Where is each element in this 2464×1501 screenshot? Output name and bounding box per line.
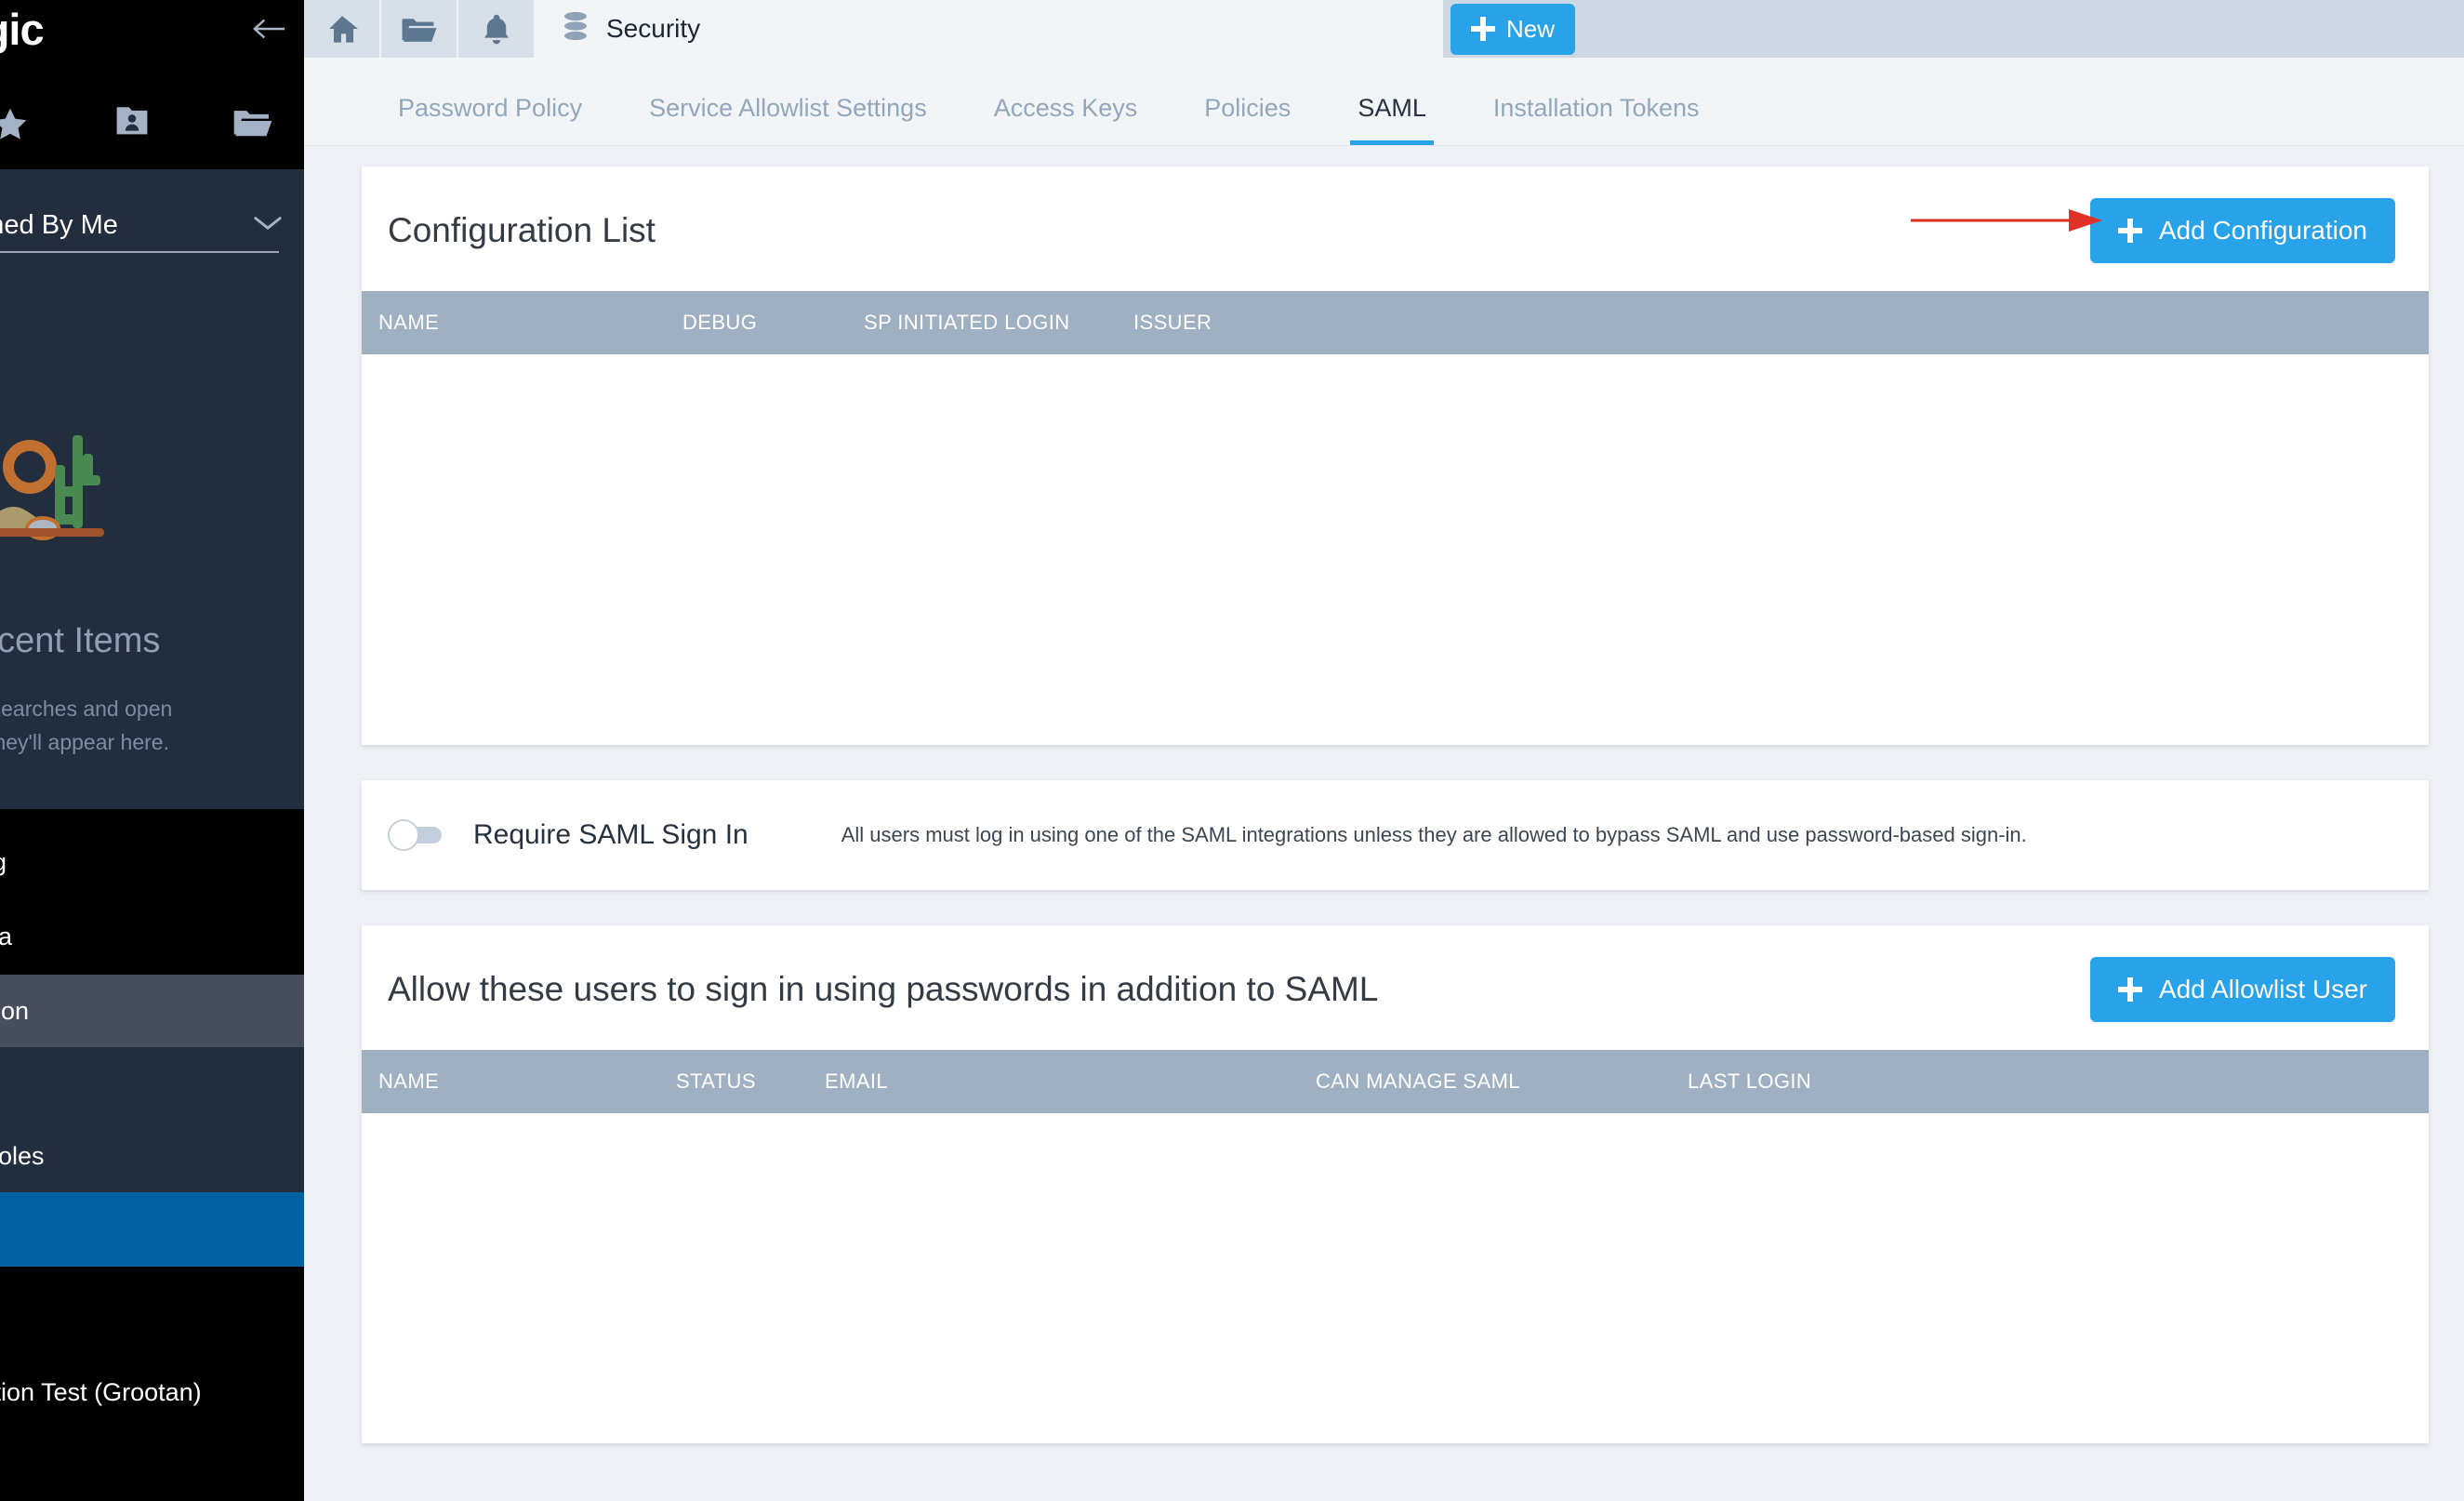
star-icon [0, 108, 27, 139]
main-area: Security New Password Policy Service All… [304, 0, 2464, 1501]
configuration-list-header: Configuration List Add Configuration [362, 166, 2429, 291]
sidebar-filter-underline [0, 251, 279, 253]
add-configuration-button[interactable]: Add Configuration [2089, 198, 2395, 263]
plus-icon [2117, 219, 2142, 243]
require-saml-card: Require SAML Sign In All users must log … [362, 780, 2429, 890]
sidebar-item-active-security[interactable] [0, 1192, 304, 1267]
collapse-sidebar-button[interactable] [252, 11, 287, 46]
sidebar-recent-title: ecent Items [0, 621, 161, 660]
arrow-left-icon [253, 19, 285, 39]
sidebar-open-folder-button[interactable] [232, 106, 273, 138]
sidebar-item-label: alog [0, 848, 7, 877]
sidebar-spacer [0, 1047, 304, 1120]
allowlist-table-body [362, 1113, 2429, 1443]
sidebar-recent-line1: run searches and open [0, 697, 173, 721]
home-icon [328, 16, 358, 43]
chevron-down-icon [252, 213, 284, 238]
allowlist-card: Allow these users to sign in using passw… [362, 925, 2429, 1443]
sidebar-item-catalog[interactable]: alog [0, 826, 304, 898]
bell-icon [484, 14, 509, 45]
sidebar-filter-label: pened By Me [0, 209, 118, 240]
require-saml-row: Require SAML Sign In All users must log … [362, 780, 2429, 890]
sidebar-item-administration[interactable]: tration [0, 975, 304, 1047]
sidebar-filter-dropdown[interactable]: pened By Me [0, 169, 304, 281]
plus-icon [1470, 17, 1495, 41]
sidebar-recent-items: ecent Items run searches and open ds, th… [0, 595, 304, 809]
column-header-debug[interactable]: DEBUG [682, 311, 864, 335]
sidebar-nav: alog Data tration d Roles ntation Test (… [0, 809, 304, 1501]
home-button[interactable] [304, 0, 381, 58]
tab-access-keys[interactable]: Access Keys [960, 94, 1172, 145]
folder-icon [402, 19, 436, 42]
column-header-last-login[interactable]: LAST LOGIN [1688, 1069, 1967, 1094]
sidebar-item-label: tration [0, 996, 30, 1025]
tab-service-allowlist-settings[interactable]: Service Allowlist Settings [616, 94, 960, 145]
column-header-sp-initiated-login[interactable]: SP INITIATED LOGIN [864, 311, 1133, 335]
sidebar-logo-row: ogic [0, 0, 304, 58]
desert-illustration-icon [0, 435, 104, 540]
require-saml-description: All users must log in using one of the S… [841, 823, 2027, 846]
plus-icon [2117, 977, 2142, 1002]
projects-button[interactable] [381, 0, 458, 58]
page-title: Security [606, 14, 701, 43]
column-header-issuer[interactable]: ISSUER [1133, 311, 1412, 335]
configuration-table-header: NAME DEBUG SP INITIATED LOGIN ISSUER [362, 291, 2429, 354]
app-root: ogic [0, 0, 2464, 1501]
column-header-status[interactable]: STATUS [676, 1069, 825, 1094]
tab-installation-tokens[interactable]: Installation Tokens [1460, 94, 1733, 145]
context-title-area: Security [536, 0, 1443, 58]
database-stack-icon [564, 11, 587, 41]
sidebar-item-label: d Roles [0, 1141, 45, 1170]
sidebar-item-label: Data [0, 922, 13, 950]
sidebar-recent-line2: ds, they'll appear here. [0, 729, 169, 754]
top-bar: Security New [304, 0, 2464, 58]
sidebar-item-label: ntation Test (Grootan) [0, 1377, 202, 1406]
add-allowlist-user-label: Add Allowlist User [2158, 975, 2367, 1003]
require-saml-toggle[interactable] [388, 819, 442, 851]
allowlist-header: Allow these users to sign in using passw… [362, 925, 2429, 1050]
sidebar-spacer [0, 809, 304, 826]
sidebar-shared-folder-button[interactable] [113, 104, 151, 138]
app-logo: ogic [0, 4, 45, 54]
sidebar-quick-icons [0, 58, 304, 169]
sidebar-item-users-and-roles[interactable]: d Roles [0, 1120, 304, 1192]
tab-password-policy[interactable]: Password Policy [364, 94, 616, 145]
toggle-knob [388, 819, 419, 851]
folder-open-icon [233, 111, 272, 137]
tab-policies[interactable]: Policies [1171, 94, 1324, 145]
new-button-label: New [1505, 14, 1555, 43]
settings-tabs: Password Policy Service Allowlist Settin… [304, 58, 2464, 146]
allowlist-title: Allow these users to sign in using passw… [388, 970, 1379, 1008]
left-sidebar: ogic [0, 0, 304, 1501]
tab-saml[interactable]: SAML [1324, 94, 1460, 145]
column-header-can-manage-saml[interactable]: CAN MANAGE SAML [1316, 1069, 1688, 1094]
column-header-name[interactable]: NAME [362, 311, 682, 335]
sidebar-favorites-button[interactable] [0, 104, 32, 145]
folder-user-icon [116, 107, 148, 135]
add-allowlist-user-button[interactable]: Add Allowlist User [2089, 957, 2395, 1022]
require-saml-label: Require SAML Sign In [473, 819, 748, 850]
configuration-table-body [362, 354, 2429, 745]
new-button-wrap: New [1443, 0, 1583, 58]
top-bar-spacer [1583, 0, 2464, 58]
sidebar-item-account[interactable]: ntation Test (Grootan) [0, 1360, 304, 1425]
add-configuration-label: Add Configuration [2158, 216, 2367, 245]
content-area: Configuration List Add Configuration NAM… [304, 146, 2464, 1443]
configuration-list-title: Configuration List [388, 211, 656, 249]
sidebar-recent-description: run searches and open ds, they'll appear… [0, 693, 172, 759]
configuration-list-card: Configuration List Add Configuration NAM… [362, 166, 2429, 745]
sidebar-item-data[interactable]: Data [0, 898, 304, 975]
new-button[interactable]: New [1450, 3, 1575, 55]
notifications-button[interactable] [458, 0, 536, 58]
allowlist-table-header: NAME STATUS EMAIL CAN MANAGE SAML LAST L… [362, 1050, 2429, 1113]
column-header-name[interactable]: NAME [362, 1069, 676, 1094]
sidebar-spacer [0, 1425, 304, 1501]
column-header-email[interactable]: EMAIL [825, 1069, 1316, 1094]
sidebar-spacer [0, 1267, 304, 1360]
sidebar-empty-state [0, 281, 304, 595]
